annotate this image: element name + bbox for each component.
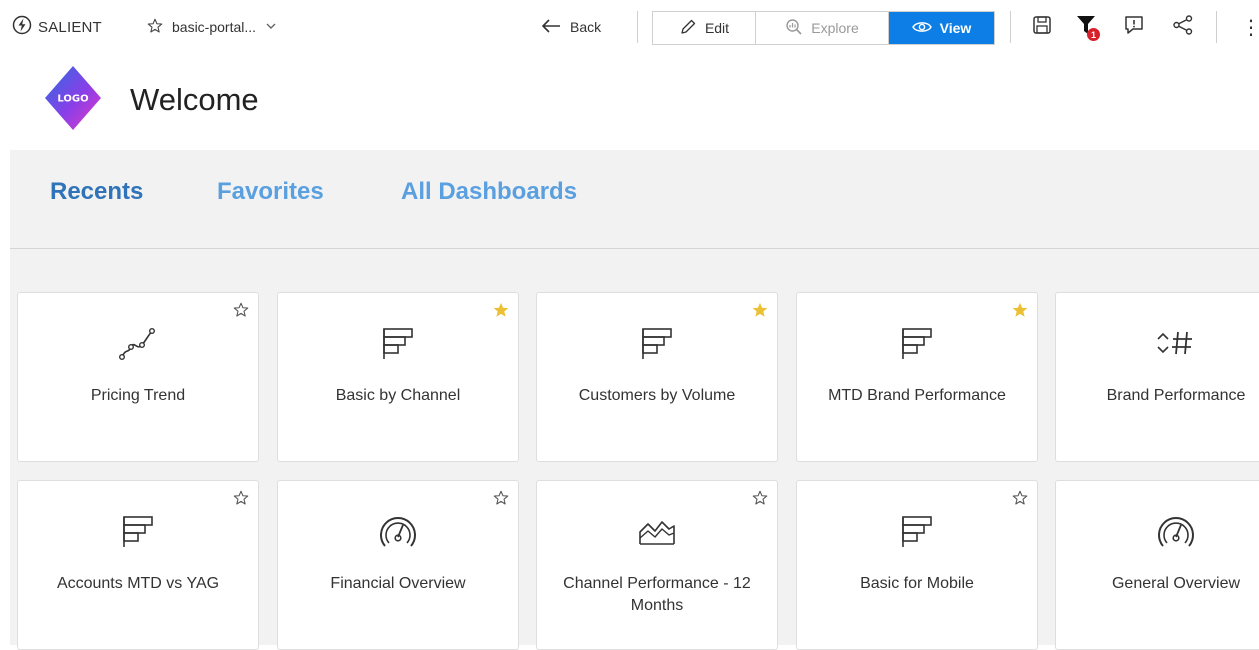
eye-icon	[911, 20, 932, 37]
back-label: Back	[570, 19, 602, 35]
dashboard-card-title: Basic for Mobile	[860, 575, 974, 592]
dashboard-card-title: General Overview	[1111, 575, 1241, 592]
arrow-left-icon	[540, 18, 562, 37]
dashboard-card-title: Basic by Channel	[335, 387, 461, 404]
more-menu-button[interactable]: ⋮	[1241, 13, 1259, 41]
breadcrumb-label: basic-portal...	[172, 19, 257, 35]
comment-alert-icon	[1123, 14, 1145, 41]
save-icon	[1032, 15, 1052, 40]
area-chart-icon	[635, 509, 679, 553]
view-label: View	[939, 20, 972, 36]
dashboard-card[interactable]: Customers by Volume	[536, 292, 778, 462]
dashboard-card[interactable]: General Overview	[1055, 480, 1259, 650]
gauge-icon	[376, 509, 420, 553]
dashboard-card-title: Accounts MTD vs YAG	[56, 575, 220, 592]
dashboard-card-title: Channel Performance - 12 Months	[563, 575, 751, 614]
edit-button[interactable]: Edit	[653, 12, 756, 44]
explore-label: Explore	[811, 20, 859, 36]
star-outline-icon[interactable]	[146, 17, 164, 38]
dashboard-card-title: Pricing Trend	[90, 387, 186, 404]
explore-button[interactable]: Explore	[756, 12, 889, 44]
divider	[1010, 11, 1011, 43]
tab-recents[interactable]: Recents	[50, 178, 143, 206]
breadcrumb[interactable]: basic-portal...	[146, 14, 278, 40]
edit-label: Edit	[704, 20, 730, 36]
dashboard-card[interactable]: Basic by Channel	[277, 292, 519, 462]
dashboard-card-title: Financial Overview	[330, 575, 466, 592]
chevron-down-icon[interactable]	[264, 19, 278, 36]
dashboard-card[interactable]: Accounts MTD vs YAG	[17, 480, 259, 650]
brand-name: SALIENT	[38, 18, 102, 36]
star-filled-icon[interactable]	[492, 301, 510, 319]
dashboard-card[interactable]: Brand Performance	[1055, 292, 1259, 462]
bar-chart-icon	[376, 321, 420, 365]
star-outline-icon[interactable]	[492, 489, 510, 507]
back-button[interactable]: Back	[540, 11, 601, 43]
filter-count-badge: 1	[1087, 28, 1100, 41]
dashboard-card[interactable]: Financial Overview	[277, 480, 519, 650]
dashboard-card-title: Brand Performance	[1106, 387, 1246, 404]
bar-chart-icon	[635, 321, 679, 365]
dashboard-card[interactable]: Pricing Trend	[17, 292, 259, 462]
tab-favorites[interactable]: Favorites	[217, 178, 324, 206]
bar-chart-icon	[895, 321, 939, 365]
dashboard-tabs: Recents Favorites All Dashboards	[10, 150, 1259, 249]
salient-logo-icon	[12, 15, 32, 40]
logo-text: LOGO	[57, 94, 88, 105]
kpi-number-icon	[1154, 321, 1198, 365]
brand[interactable]: SALIENT	[12, 14, 102, 40]
save-button[interactable]	[1029, 13, 1055, 41]
dashboard-card-title: Customers by Volume	[578, 387, 736, 404]
scatter-chart-icon	[116, 321, 160, 365]
dashboard-card[interactable]: Basic for Mobile	[796, 480, 1038, 650]
gauge-icon	[1154, 509, 1198, 553]
star-outline-icon[interactable]	[232, 301, 250, 319]
tab-all-dashboards[interactable]: All Dashboards	[401, 178, 577, 206]
dashboard-card[interactable]: MTD Brand Performance	[796, 292, 1038, 462]
bar-chart-icon	[116, 509, 160, 553]
dashboard-card-title: MTD Brand Performance	[828, 387, 1006, 404]
bar-chart-icon	[895, 509, 939, 553]
view-button[interactable]: View	[889, 12, 994, 44]
top-toolbar: SALIENT basic-portal... Back Edit Explor…	[0, 0, 1259, 52]
dashboard-card[interactable]: Channel Performance - 12 Months	[536, 480, 778, 650]
explore-icon	[785, 18, 803, 39]
kebab-menu-icon: ⋮	[1241, 16, 1259, 39]
company-logo: LOGO	[43, 64, 103, 132]
share-button[interactable]	[1170, 13, 1196, 41]
comment-button[interactable]	[1121, 13, 1147, 41]
star-outline-icon[interactable]	[751, 489, 769, 507]
divider	[1216, 11, 1217, 43]
star-outline-icon[interactable]	[1011, 489, 1029, 507]
mode-switcher: Edit Explore View	[652, 11, 995, 45]
share-icon	[1172, 14, 1194, 41]
star-filled-icon[interactable]	[751, 301, 769, 319]
pencil-icon	[679, 18, 697, 39]
page-title: Welcome	[130, 82, 259, 117]
star-outline-icon[interactable]	[232, 489, 250, 507]
star-filled-icon[interactable]	[1011, 301, 1029, 319]
divider	[637, 11, 638, 43]
filter-button[interactable]: 1	[1073, 13, 1100, 41]
